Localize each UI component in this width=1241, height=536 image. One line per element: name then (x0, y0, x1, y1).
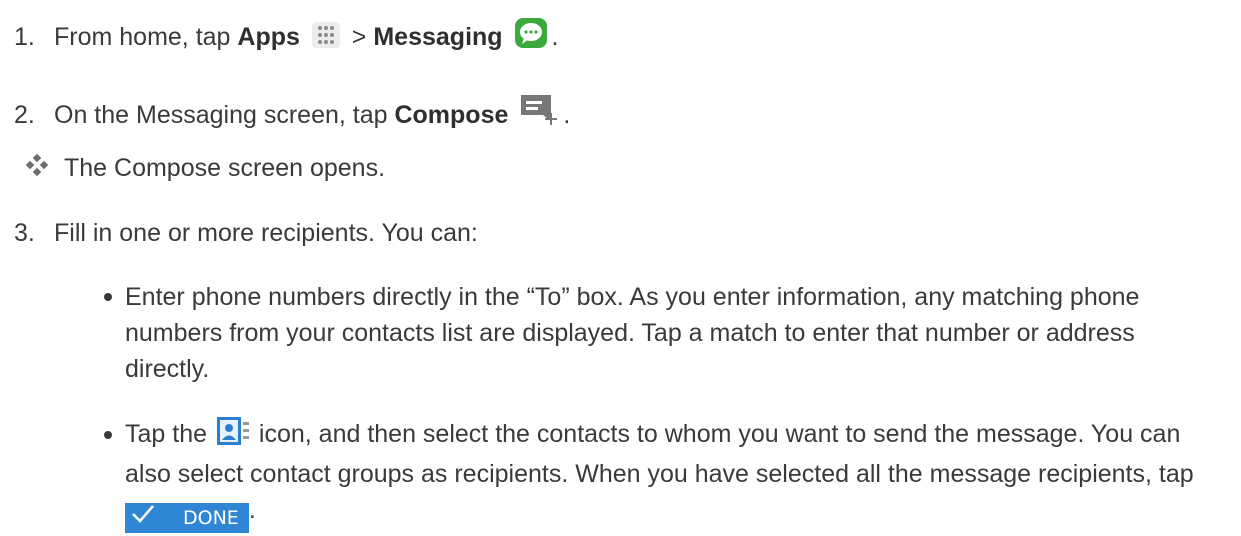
bullet-dot (104, 293, 112, 301)
apps-label: Apps (237, 23, 300, 51)
step-1: 1. From home, tap Apps > Messaging . (14, 17, 558, 56)
bullet-text: Enter phone numbers directly in the “To”… (125, 283, 1140, 383)
note-diamond-icon (24, 153, 50, 183)
step-number: 3. (14, 219, 35, 247)
apps-grid-icon (311, 21, 341, 56)
step-number: 2. (14, 101, 35, 129)
bullet-item-2: Tap the icon, and then select the contac… (125, 416, 1205, 533)
step-2: 2. On the Messaging screen, tap Compose . (14, 93, 570, 134)
note: The Compose screen opens. (14, 153, 385, 183)
step-suffix: . (551, 23, 559, 51)
bullet-item-1: Enter phone numbers directly in the “To”… (125, 279, 1185, 387)
contacts-card-icon (216, 416, 250, 456)
compose-label: Compose (394, 101, 509, 129)
bullet-dot (104, 431, 112, 439)
messaging-app-icon (514, 17, 548, 56)
bullet-suffix: . (248, 496, 256, 524)
step-3: 3. Fill in one or more recipients. You ca… (14, 218, 478, 248)
separator: > (344, 23, 374, 51)
note-text: The Compose screen opens. (64, 154, 386, 182)
messaging-label: Messaging (373, 23, 503, 51)
step-text: From home, tap (54, 23, 238, 51)
bullet-text: icon, and then select the contacts to wh… (125, 420, 1194, 488)
done-button[interactable]: DONE (125, 503, 249, 533)
step-number: 1. (14, 23, 35, 51)
checkmark-icon (131, 500, 155, 536)
step-suffix: . (563, 101, 571, 129)
done-button-label: DONE (183, 507, 239, 529)
step-text: Fill in one or more recipients. You can: (54, 219, 478, 247)
bullet-text: Tap the (125, 420, 208, 448)
step-text: On the Messaging screen, tap (54, 101, 395, 129)
compose-message-icon (519, 93, 559, 134)
